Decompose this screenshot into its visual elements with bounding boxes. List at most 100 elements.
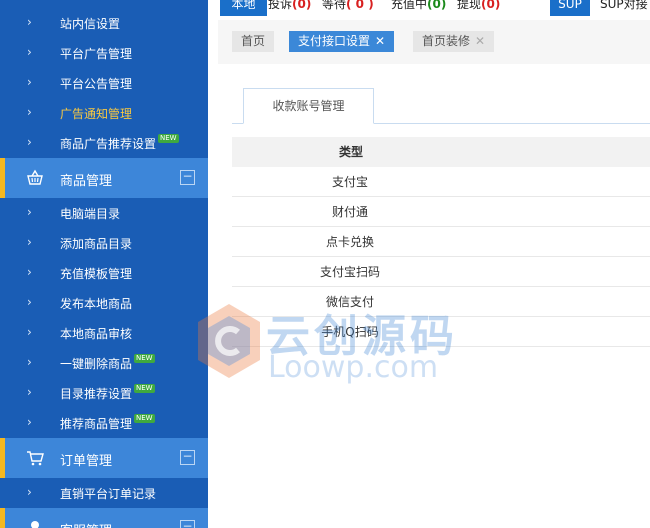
new-badge: NEW — [134, 384, 155, 393]
chevron-right-icon: › — [27, 415, 32, 429]
sup-button[interactable]: SUP — [550, 0, 590, 16]
waiting-count: ( 0 ) — [346, 0, 374, 11]
sidebar-item-publish-local-goods[interactable]: › 发布本地商品 — [0, 288, 208, 318]
sidebar-item-label: 商品广告推荐设置 NEW — [60, 134, 179, 152]
complaint-stat[interactable]: 投诉(0) — [268, 0, 311, 12]
sidebar-item-recharge-templates[interactable]: › 充值模板管理 — [0, 258, 208, 288]
chevron-right-icon: › — [27, 295, 32, 309]
group-label: 商品管理 — [60, 174, 113, 189]
waiting-stat[interactable]: 等待( 0 ) — [322, 0, 374, 12]
column-header-type: 类型 — [339, 145, 364, 159]
status-bar: 本地 投诉(0) 等待( 0 ) 充值中(0) 提现(0) SUP SUP对接 — [208, 0, 650, 16]
table-cell: 微信支付 — [325, 295, 374, 309]
sidebar-item-add-catalog[interactable]: › 添加商品目录 — [0, 228, 208, 258]
tab-label: 首页装修 — [422, 34, 471, 48]
sidebar-group-service[interactable]: 客服管理 − — [0, 508, 208, 528]
basket-icon — [27, 169, 43, 185]
label-text: 目录推荐设置 — [60, 387, 133, 401]
sidebar-item-label: 充值模板管理 — [60, 267, 133, 281]
sidebar-item-goods-ad-recommend[interactable]: › 商品广告推荐设置 NEW — [0, 128, 208, 158]
group-accent-bar — [0, 508, 5, 528]
withdraw-label: 提现 — [457, 0, 482, 11]
collapse-icon[interactable]: − — [180, 170, 195, 185]
cart-icon — [27, 451, 44, 466]
chevron-right-icon: › — [27, 135, 32, 149]
table-row[interactable]: 支付宝 — [232, 167, 650, 197]
user-icon — [31, 521, 39, 528]
collapse-icon[interactable]: − — [180, 520, 195, 528]
sidebar-item-label: 一键删除商品 NEW — [60, 354, 155, 372]
main-content: 收款账号管理 类型 支付宝 财付通 点卡兑换 支付宝扫码 微信支付 手机Q扫码 — [218, 64, 650, 528]
chevron-right-icon: › — [27, 385, 32, 399]
chevron-right-icon: › — [27, 15, 32, 29]
group-accent-bar — [0, 158, 5, 198]
sidebar-item-label: 广告通知管理 — [60, 107, 133, 121]
new-badge: NEW — [134, 354, 155, 363]
sidebar-group-orders[interactable]: 订单管理 − — [0, 438, 208, 478]
chevron-right-icon: › — [27, 75, 32, 89]
recharging-count: (0) — [427, 0, 447, 11]
sidebar-item-label: 推荐商品管理 NEW — [60, 414, 155, 432]
recharging-label: 充值中 — [391, 0, 428, 11]
sidebar-item-bulk-delete-goods[interactable]: › 一键删除商品 NEW — [0, 348, 208, 378]
sup-dock-link[interactable]: SUP对接 — [600, 0, 648, 12]
tab-home-decoration[interactable]: 首页装修 ✕ — [413, 31, 495, 52]
sidebar-item-platform-notices[interactable]: › 平台公告管理 — [0, 68, 208, 98]
subtab-bar: 收款账号管理 — [232, 88, 650, 124]
collapse-icon[interactable]: − — [180, 450, 195, 465]
table-row[interactable]: 支付宝扫码 — [232, 257, 650, 287]
table-cell: 手机Q扫码 — [321, 325, 379, 339]
chevron-right-icon: › — [27, 235, 32, 249]
tab-label: 首页 — [241, 34, 266, 48]
chevron-right-icon: › — [27, 205, 32, 219]
sidebar-group-goods[interactable]: 商品管理 − — [0, 158, 208, 198]
new-badge: NEW — [158, 134, 179, 143]
recharging-stat[interactable]: 充值中(0) — [391, 0, 446, 12]
table-cell: 财付通 — [331, 205, 368, 219]
table-cell: 点卡兑换 — [325, 235, 374, 249]
table-cell: 支付宝扫码 — [319, 265, 380, 279]
complaint-count: (0) — [292, 0, 312, 11]
close-icon[interactable]: ✕ — [475, 34, 485, 48]
chevron-right-icon: › — [27, 265, 32, 279]
table-row[interactable]: 手机Q扫码 — [232, 317, 650, 347]
sidebar-item-catalog-recommend[interactable]: › 目录推荐设置 NEW — [0, 378, 208, 408]
sidebar-item-site-messages[interactable]: › 站内信设置 — [0, 8, 208, 38]
chevron-right-icon: › — [27, 325, 32, 339]
sidebar-item-platform-ads[interactable]: › 平台广告管理 — [0, 38, 208, 68]
sidebar-item-label: 目录推荐设置 NEW — [60, 384, 155, 402]
sidebar-item-pc-catalog[interactable]: › 电脑端目录 — [0, 198, 208, 228]
table-row[interactable]: 点卡兑换 — [232, 227, 650, 257]
tab-payment-accounts[interactable]: 收款账号管理 — [243, 88, 374, 124]
withdraw-count: (0) — [481, 0, 501, 11]
payment-type-table: 类型 支付宝 财付通 点卡兑换 支付宝扫码 微信支付 手机Q扫码 — [232, 137, 650, 347]
sidebar-item-label: 平台公告管理 — [60, 77, 133, 91]
chevron-right-icon: › — [27, 45, 32, 59]
withdraw-stat[interactable]: 提现(0) — [457, 0, 500, 12]
sidebar-item-label: 本地商品审核 — [60, 327, 133, 341]
local-button[interactable]: 本地 — [220, 0, 267, 16]
sidebar-item-label: 添加商品目录 — [60, 237, 133, 251]
tab-home[interactable]: 首页 — [232, 31, 275, 52]
waiting-label: 等待 — [322, 0, 347, 11]
label-text: 推荐商品管理 — [60, 417, 133, 431]
label-text: 一键删除商品 — [60, 357, 133, 371]
sidebar-item-recommended-goods[interactable]: › 推荐商品管理 NEW — [0, 408, 208, 438]
table-row[interactable]: 微信支付 — [232, 287, 650, 317]
label-text: 商品广告推荐设置 — [60, 137, 157, 151]
close-icon[interactable]: ✕ — [375, 34, 385, 48]
group-label: 订单管理 — [60, 454, 113, 469]
tab-payment-settings[interactable]: 支付接口设置 ✕ — [289, 31, 395, 52]
sidebar-item-label: 直销平台订单记录 — [60, 487, 157, 501]
table-cell: 支付宝 — [331, 175, 368, 189]
chevron-right-icon: › — [27, 355, 32, 369]
sidebar-item-review-local-goods[interactable]: › 本地商品审核 — [0, 318, 208, 348]
sidebar-item-direct-orders[interactable]: › 直销平台订单记录 — [0, 478, 208, 508]
table-row[interactable]: 财付通 — [232, 197, 650, 227]
group-accent-bar — [0, 438, 5, 478]
sidebar-item-label: 站内信设置 — [60, 17, 121, 31]
sidebar: › 站内信设置 › 平台广告管理 › 平台公告管理 › 广告通知管理 › 商品广… — [0, 0, 208, 528]
tab-label: 支付接口设置 — [298, 34, 371, 48]
sidebar-item-ad-notice[interactable]: › 广告通知管理 — [0, 98, 208, 128]
complaint-label: 投诉 — [268, 0, 293, 11]
